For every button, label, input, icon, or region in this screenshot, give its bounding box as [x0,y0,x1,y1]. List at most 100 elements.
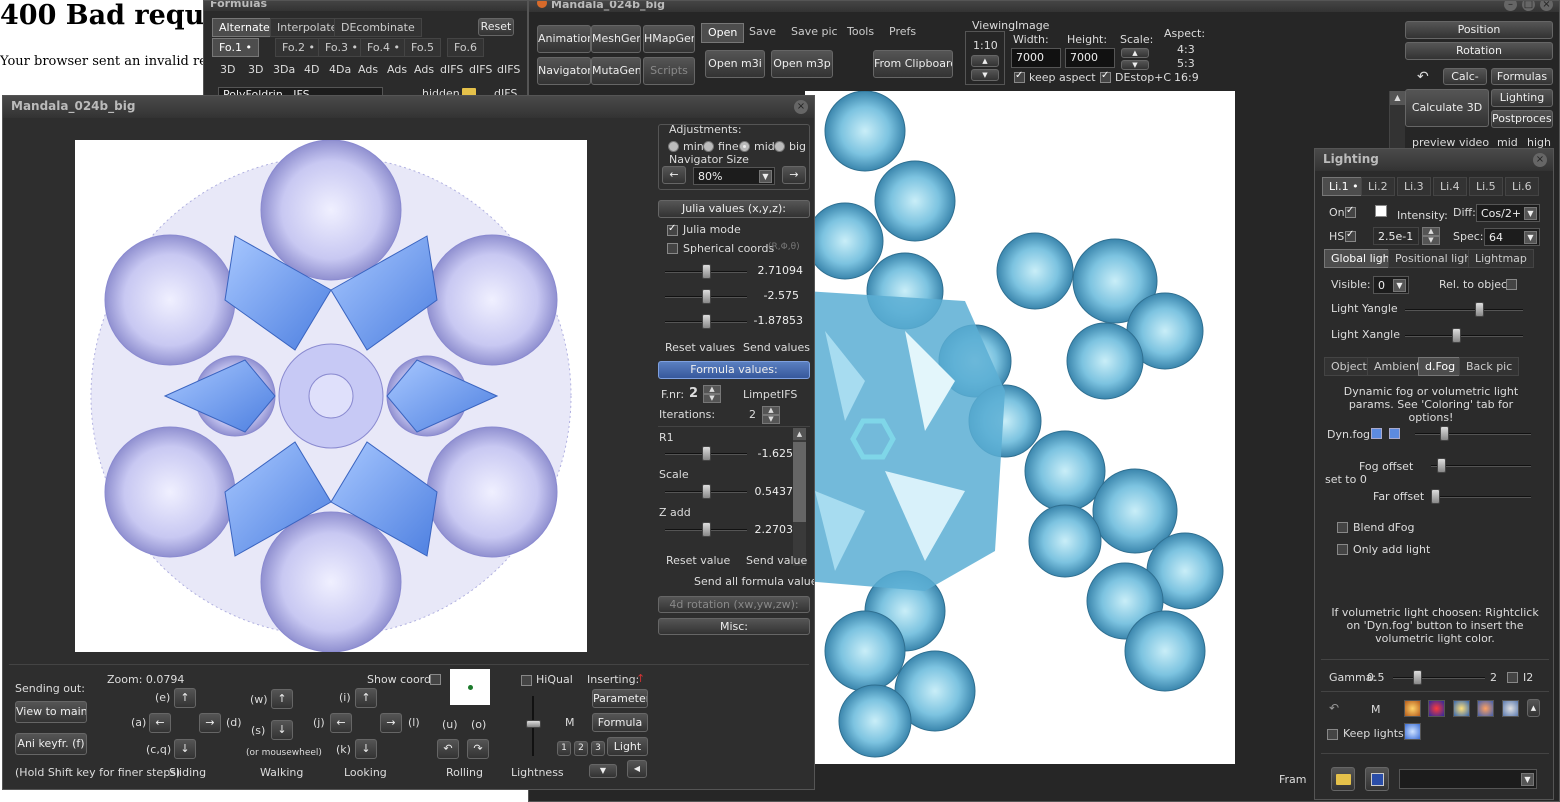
scroll-up-arrow[interactable]: ▲ [793,428,806,440]
expand-left-button[interactable]: ◀ [627,760,647,778]
num-1-button[interactable]: 1 [557,741,571,756]
misc-button[interactable]: Misc: [658,618,810,635]
from-clipboard-button[interactable]: From Clipboard [873,50,953,78]
blend-dfog-checkbox[interactable] [1337,522,1348,533]
calculate-3d-button[interactable]: Calculate 3D [1405,89,1489,127]
tab-li6[interactable]: Li.6 [1505,177,1539,196]
dynfog-slider[interactable] [1415,426,1531,441]
viewing-down-button[interactable]: ▼ [971,69,999,81]
slide-right-button[interactable]: → [199,713,221,733]
reset-values-link[interactable]: Reset values [665,341,735,354]
light-color-swatch[interactable] [1375,205,1387,217]
viewing-up-button[interactable]: ▲ [971,55,999,67]
height-input[interactable]: 7000 [1065,48,1115,68]
tab-alternate[interactable]: Alternate [212,18,277,37]
formulas-button[interactable]: Formulas [1491,68,1553,85]
open-lights-button[interactable] [1331,767,1355,791]
far-offset-slider[interactable] [1431,489,1531,504]
adjust-mid-radio[interactable] [739,141,750,152]
navigator-titlebar[interactable]: Mandala_024b_big [3,96,814,118]
julia-x-slider[interactable] [665,264,747,279]
yangle-slider[interactable] [1405,302,1523,317]
only-add-light-checkbox[interactable] [1337,544,1348,555]
calc-small-button[interactable]: Calc- [1443,68,1487,85]
look-left-button[interactable]: ← [330,713,352,733]
tab-fo6[interactable]: Fo.6 [447,38,484,57]
formula-values-button[interactable]: Formula values: [658,361,810,379]
preset-orange-icon[interactable] [1404,700,1421,717]
param-scale-slider[interactable] [665,484,747,499]
tab-save-pic[interactable]: Save pic [785,23,844,43]
tab-fo3[interactable]: Fo.3 • [318,38,365,57]
aspect-4-3[interactable]: 4:3 [1177,43,1195,56]
slide-down-button[interactable]: ↓ [174,739,196,759]
tab-lightmap[interactable]: Lightmap [1468,249,1534,268]
insert-parameter-button[interactable]: Parameter [592,689,648,708]
position-button[interactable]: Position [1405,21,1553,39]
preset-sunset-icon[interactable] [1477,700,1494,717]
close-icon[interactable]: × [794,100,808,114]
hmapgen-button[interactable]: HMapGen [643,25,695,53]
tab-dfog[interactable]: d.Fog [1418,357,1463,376]
undo-icon[interactable]: ↶ [1417,69,1429,85]
tab-fo4[interactable]: Fo.4 • [360,38,407,57]
navigator-preview[interactable] [75,140,587,652]
julia-y-slider[interactable] [665,289,747,304]
adjust-big-radio[interactable] [774,141,785,152]
preset-rainbow-icon[interactable] [1428,700,1445,717]
send-all-link[interactable]: Send all formula values [694,575,814,588]
nav-size-select[interactable]: 80% ▼ [693,167,775,185]
formulas-reset-button[interactable]: Reset [478,18,514,36]
keep-lights-checkbox[interactable] [1327,729,1338,740]
main-titlebar[interactable]: Mandala_024b_big [529,1,1559,12]
tab-decombinate[interactable]: DEcombinate [334,18,422,37]
light-presets-select[interactable]: ▼ [1399,769,1537,789]
visible-select[interactable]: 0 ▼ [1373,276,1409,294]
fnr-stepper[interactable]: ▲ ▼ [703,385,721,403]
open-m3i-button[interactable]: Open m3i [705,50,765,78]
walk-forward-button[interactable]: ↑ [271,689,293,709]
scale-up-button[interactable]: ▲ [1121,48,1149,58]
hs-input[interactable]: 2.5e-1 [1373,227,1419,245]
tab-back-pic[interactable]: Back pic [1459,357,1520,376]
tab-prefs[interactable]: Prefs [883,23,922,43]
postprocess-button[interactable]: Postprocess [1491,110,1553,128]
animations-button[interactable]: Animations [537,25,591,53]
num-2-button[interactable]: 2 [574,741,588,756]
nav-size-next-button[interactable]: → [782,166,806,184]
rel-to-object-checkbox[interactable] [1506,279,1517,290]
slide-left-button[interactable]: ← [149,713,171,733]
tab-li4[interactable]: Li.4 [1433,177,1467,196]
gamma-slider[interactable] [1393,670,1485,685]
lighting-button[interactable]: Lighting [1491,89,1553,107]
send-value-link[interactable]: Send value [746,554,807,567]
walk-back-button[interactable]: ↓ [271,720,293,740]
tab-li3[interactable]: Li.3 [1397,177,1431,196]
reset-value-link[interactable]: Reset value [666,554,730,567]
tab-li2[interactable]: Li.2 [1361,177,1395,196]
destop-checkbox[interactable] [1100,70,1111,83]
tab-fo1[interactable]: Fo.1 • [212,38,259,57]
tab-fo2[interactable]: Fo.2 • [275,38,322,57]
close-icon[interactable]: × [1533,153,1547,167]
slide-up-button[interactable]: ↑ [174,688,196,708]
presets-scroll-up-button[interactable]: ▲ [1527,699,1540,717]
tab-li1[interactable]: Li.1 • [1322,177,1366,196]
rotation-4d-button[interactable]: 4d rotation (xw,yw,zw): [658,596,810,613]
tab-tools[interactable]: Tools [841,23,880,43]
dynfog-color-swatch[interactable] [1371,428,1382,439]
render-canvas[interactable] [805,91,1235,764]
tab-li5[interactable]: Li.5 [1469,177,1503,196]
params-scrollbar[interactable]: ▲ [793,428,806,566]
save-lights-button[interactable] [1365,767,1389,791]
iterations-stepper[interactable]: ▲ ▼ [762,406,780,424]
preset-blue-icon[interactable] [1404,723,1421,740]
lightness-slider[interactable] [526,696,541,756]
i2-checkbox[interactable] [1507,672,1518,683]
fog-offset-slider[interactable] [1431,458,1531,473]
param-zadd-slider[interactable] [665,522,747,537]
nav-size-prev-button[interactable]: ← [662,166,686,184]
tab-open[interactable]: Open [701,23,745,43]
insert-formula-button[interactable]: Formula [592,713,648,732]
ani-keyframe-button[interactable]: Ani keyfr. (f) [15,733,87,755]
